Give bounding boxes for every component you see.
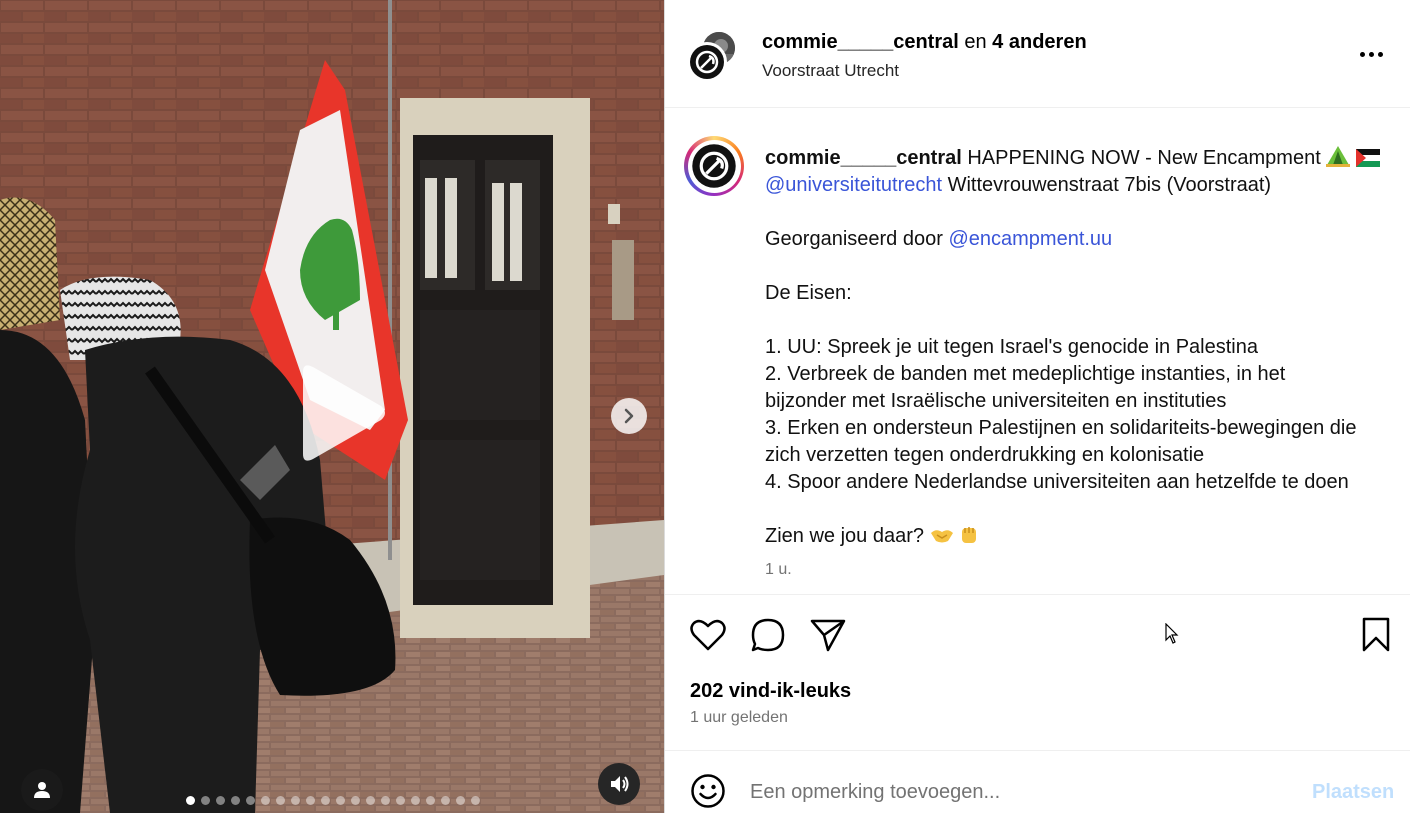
audio-toggle-button[interactable] — [598, 763, 640, 805]
more-options-button[interactable] — [1351, 40, 1391, 68]
demand-line: 4. Spoor andere Nederlandse universiteit… — [765, 471, 1349, 493]
carousel-dot — [351, 796, 360, 805]
share-button[interactable] — [808, 615, 848, 655]
post-header: commie_____central en 4 anderen Voorstra… — [665, 0, 1410, 108]
carousel-dot — [231, 796, 240, 805]
collab-joiner: en — [964, 31, 987, 53]
save-button[interactable] — [1356, 615, 1396, 655]
collab-avatars[interactable] — [687, 30, 739, 82]
comment-icon — [751, 618, 785, 652]
demand-line: bijzonder met Israëlische universiteiten… — [765, 390, 1227, 412]
carousel-dot — [366, 796, 375, 805]
demand-line: 2. Verbreek de banden met medeplichtige … — [765, 363, 1286, 385]
carousel-dot — [216, 796, 225, 805]
carousel-dot — [261, 796, 270, 805]
carousel-dot — [396, 796, 405, 805]
carousel-dot — [471, 796, 480, 805]
user-icon — [34, 782, 50, 798]
carousel-dot — [201, 796, 210, 805]
action-bar — [665, 595, 1410, 675]
carousel-dot — [456, 796, 465, 805]
carousel-dot — [276, 796, 285, 805]
likes-count-link[interactable]: 202 vind-ik-leuks — [690, 680, 851, 703]
demand-line: zich verzetten tegen onderdrukking en ko… — [765, 444, 1205, 466]
post-author-line: commie_____central en 4 anderen — [762, 31, 1087, 54]
comment-button[interactable] — [748, 615, 788, 655]
raised-fist-emoji — [962, 527, 977, 543]
location-link[interactable]: Voorstraat Utrecht — [762, 61, 899, 81]
mention-link[interactable]: @encampment.uu — [948, 228, 1112, 250]
caption-headline: HAPPENING NOW - New Encampment — [967, 147, 1321, 169]
account-logo-icon — [692, 144, 736, 188]
post-details-panel: commie_____central en 4 anderen Voorstra… — [664, 0, 1410, 813]
carousel-dot — [291, 796, 300, 805]
carousel-dot — [306, 796, 315, 805]
like-button[interactable] — [688, 615, 728, 655]
heart-icon — [690, 619, 726, 651]
play-button[interactable] — [285, 358, 395, 468]
carousel-dot — [381, 796, 390, 805]
caption-timestamp: 1 u. — [765, 561, 792, 578]
chevron-right-icon — [624, 408, 634, 424]
carousel-dot — [321, 796, 330, 805]
closing-question: Zien we jou daar? — [765, 525, 924, 547]
carousel-dot — [336, 796, 345, 805]
collab-others-link[interactable]: 4 anderen — [992, 31, 1086, 53]
avatar — [687, 42, 727, 82]
tent-emoji — [1326, 146, 1351, 167]
account-logo-icon — [690, 45, 724, 79]
author-username-link[interactable]: commie_____central — [762, 31, 959, 53]
more-dot — [1377, 51, 1383, 57]
comment-composer: Plaatsen — [665, 750, 1410, 813]
carousel-dot — [246, 796, 255, 805]
user-tags-button[interactable] — [21, 769, 63, 811]
demand-line: 3. Erken en ondersteun Palestijnen en so… — [765, 417, 1357, 439]
caption-section: commie_____central HAPPENING NOW - New E… — [665, 108, 1410, 595]
organized-by-text: Georganiseerd door — [765, 228, 943, 250]
post-comment-button[interactable]: Plaatsen — [1312, 781, 1394, 804]
demand-line: 1. UU: Spreek je uit tegen Israel's geno… — [765, 336, 1258, 358]
handshake-emoji — [930, 530, 953, 543]
send-icon — [810, 619, 846, 652]
emoji-picker-button[interactable] — [690, 773, 726, 809]
post-media[interactable] — [0, 0, 664, 813]
caption-address: Wittevrouwenstraat 7bis (Voorstraat) — [947, 174, 1272, 196]
speaker-icon — [611, 776, 629, 792]
demands-heading: De Eisen: — [765, 282, 852, 304]
smiley-icon — [691, 774, 725, 808]
mouse-cursor-icon — [1165, 623, 1179, 644]
more-horizontal-icon — [1359, 51, 1365, 57]
caption-avatar-story-ring[interactable] — [684, 136, 744, 196]
carousel-dot — [426, 796, 435, 805]
carousel-dot — [411, 796, 420, 805]
caption-text: commie_____central HAPPENING NOW - New E… — [765, 145, 1395, 550]
bookmark-icon — [1362, 617, 1390, 652]
carousel-indicator — [186, 796, 480, 805]
carousel-dot — [441, 796, 450, 805]
comment-input[interactable] — [750, 777, 1270, 807]
caption-username-link[interactable]: commie_____central — [765, 147, 962, 169]
post-time: 1 uur geleden — [690, 709, 788, 726]
next-slide-button[interactable] — [611, 398, 647, 434]
palestine-flag-emoji — [1355, 149, 1380, 167]
carousel-dot — [186, 796, 195, 805]
play-icon — [303, 365, 385, 461]
mention-link[interactable]: @universiteitutrecht — [765, 174, 942, 196]
more-dot — [1368, 51, 1374, 57]
